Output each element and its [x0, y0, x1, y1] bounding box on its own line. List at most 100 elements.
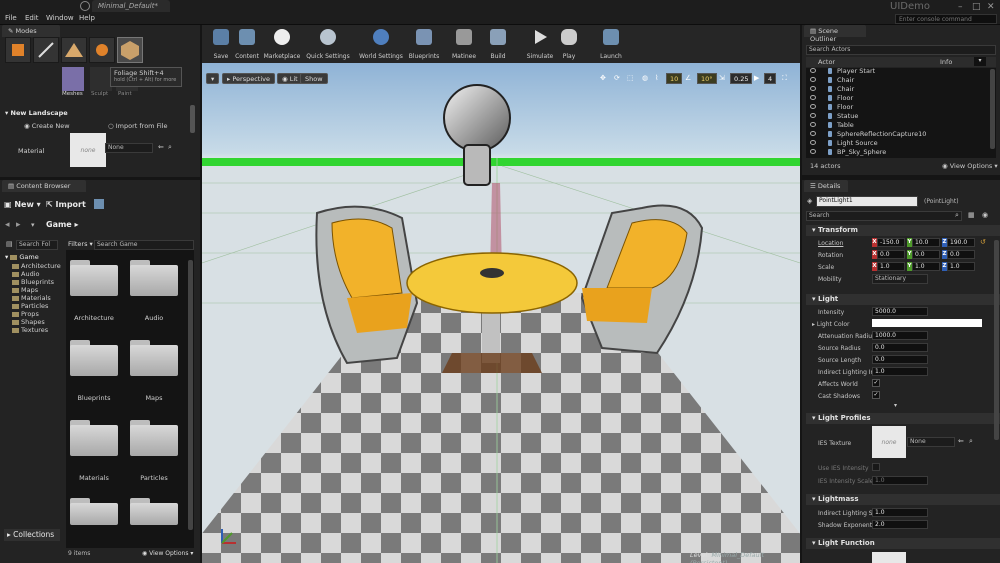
play-button[interactable]: Play — [552, 27, 586, 61]
modes-scrollbar[interactable] — [190, 105, 195, 133]
forward-arrow-icon[interactable]: ▸ — [16, 220, 21, 230]
light-section-header[interactable]: ▾ Light — [806, 294, 1000, 305]
tree-item[interactable]: Blueprints — [12, 278, 54, 286]
filters-dropdown[interactable]: Filters ▾ — [68, 240, 93, 248]
camera-speed-value[interactable]: 4 — [764, 73, 777, 84]
breadcrumb-path-icon[interactable]: ▾ — [31, 221, 35, 229]
list-item[interactable]: Floor — [806, 103, 996, 112]
menu-edit[interactable]: Edit — [25, 14, 39, 22]
minimize-icon[interactable]: – — [958, 2, 963, 12]
menu-window[interactable]: Window — [46, 14, 74, 22]
maximize-viewport-icon[interactable]: ⛶ — [782, 74, 787, 83]
scene-outliner-tab[interactable]: ▤ Scene Outliner — [804, 25, 866, 43]
tree-item[interactable]: Textures — [12, 326, 48, 334]
folder-particles-icon[interactable] — [130, 420, 178, 456]
viewport-options-dropdown[interactable]: ▾ — [206, 73, 220, 84]
collections-toggle[interactable]: ▸ Collections — [4, 529, 60, 541]
light-profiles-section-header[interactable]: ▾ Light Profiles — [806, 413, 1000, 424]
material-combo[interactable]: None — [105, 143, 153, 153]
tree-item[interactable]: Materials — [12, 294, 51, 302]
indirect-lighting-field[interactable]: 1.0 — [872, 367, 928, 376]
affects-world-checkbox[interactable]: ✓ — [872, 379, 880, 387]
eye-icon[interactable] — [810, 77, 816, 82]
visibility-eye-icon[interactable]: ◉ — [982, 211, 988, 219]
camera-speed-icon[interactable]: ▶ — [754, 74, 759, 82]
outliner-view-options[interactable]: ◉ View Options ▾ — [942, 162, 998, 170]
light-function-thumbnail[interactable] — [872, 552, 906, 563]
list-item[interactable]: Chair — [806, 76, 996, 85]
search-actors-input[interactable]: Search Actors — [806, 45, 996, 55]
surface-snap-icon[interactable]: ⌇ — [655, 74, 658, 82]
attenuation-field[interactable]: 1000.0 — [872, 331, 928, 340]
rotation-label[interactable]: Rotation — [818, 252, 843, 259]
scale-y-field[interactable]: 1.0 — [912, 262, 940, 271]
asset-scrollbar[interactable] — [188, 260, 193, 530]
import-button[interactable]: ⇱ Import — [46, 200, 86, 209]
geometry-mode-button[interactable] — [117, 37, 143, 63]
tree-item[interactable]: Architecture — [12, 262, 61, 270]
property-matrix-icon[interactable]: ▦ — [968, 211, 975, 219]
scale-label[interactable]: Scale — [818, 264, 834, 271]
close-icon[interactable]: ✕ — [987, 2, 995, 12]
new-button[interactable]: ▣ New ▾ — [4, 200, 41, 209]
search-game-input[interactable]: Search Game — [94, 240, 194, 250]
tree-item[interactable]: Props — [12, 310, 39, 318]
matinee-button[interactable]: Matinee — [447, 27, 481, 61]
scale-z-field[interactable]: 1.0 — [947, 262, 975, 271]
new-landscape-section[interactable]: ▾ New Landscape — [5, 109, 68, 117]
details-scrollbar[interactable] — [994, 240, 999, 440]
list-item[interactable]: Table — [806, 121, 996, 130]
scale-snap-icon[interactable]: ⇲ — [719, 74, 725, 82]
eye-icon[interactable] — [810, 131, 816, 136]
location-x-field[interactable]: -150.0 — [877, 238, 905, 247]
import-from-file-radio[interactable]: ○ Import from File — [108, 122, 167, 130]
rotation-snap-icon[interactable]: ∠ — [685, 74, 691, 82]
save-all-icon[interactable] — [94, 199, 104, 209]
eye-icon[interactable] — [810, 68, 816, 73]
build-button[interactable]: Build — [481, 27, 515, 61]
translate-icon[interactable]: ✥ — [600, 74, 606, 82]
info-column-header[interactable]: Info — [940, 58, 952, 66]
world-settings-button[interactable]: World Settings — [359, 27, 403, 61]
scale-snap-value[interactable]: 0.25 — [730, 73, 753, 84]
list-item[interactable]: Floor — [806, 94, 996, 103]
modes-tab[interactable]: ✎ Modes — [2, 25, 60, 37]
folder-partial-icon[interactable] — [130, 498, 178, 534]
tree-item[interactable]: Particles — [12, 302, 48, 310]
light-function-section-header[interactable]: ▾ Light Function — [806, 538, 1000, 549]
list-item[interactable]: Statue — [806, 112, 996, 121]
list-item[interactable]: Player Start — [806, 67, 996, 76]
details-search-input[interactable]: Search — [806, 211, 962, 221]
mobility-dropdown[interactable]: Stationary — [872, 274, 928, 284]
source-radius-field[interactable]: 0.0 — [872, 343, 928, 352]
menu-file[interactable]: File — [5, 14, 17, 22]
cast-shadows-checkbox[interactable]: ✓ — [872, 391, 880, 399]
landscape-mode-button[interactable] — [61, 37, 87, 63]
meshes-tool-button[interactable] — [62, 67, 84, 91]
indirect-lighting-scale-field[interactable]: 1.0 — [872, 508, 928, 517]
list-item[interactable]: SphereReflectionCapture10 — [806, 130, 996, 139]
scale-x-field[interactable]: 1.0 — [877, 262, 905, 271]
menu-help[interactable]: Help — [79, 14, 95, 22]
blueprints-button[interactable]: Blueprints — [407, 27, 441, 61]
content-button[interactable]: Content — [230, 27, 264, 61]
info-column-dropdown[interactable]: ▾ — [974, 57, 986, 66]
browse-search-icon[interactable]: ⌕ — [969, 437, 973, 446]
light-color-swatch[interactable] — [872, 319, 982, 327]
ies-intensity-scale-field[interactable]: 1.0 — [872, 476, 928, 485]
sculpt-tool-button[interactable] — [90, 67, 112, 91]
rotation-y-field[interactable]: 0.0 — [912, 250, 940, 259]
tree-item[interactable]: Audio — [12, 270, 39, 278]
breadcrumb[interactable]: Game ▸ — [46, 220, 79, 229]
tree-item[interactable]: Shapes — [12, 318, 45, 326]
use-selected-arrow-icon[interactable]: ⇐ — [958, 437, 964, 445]
lightmass-section-header[interactable]: ▾ Lightmass — [806, 494, 1000, 505]
view-options-button[interactable]: ◉ View Options ▾ — [142, 550, 193, 557]
perspective-dropdown[interactable]: ▸ Perspective — [222, 73, 275, 84]
intensity-field[interactable]: 5000.0 — [872, 307, 928, 316]
list-item[interactable]: BP_Sky_Sphere — [806, 148, 996, 157]
ies-texture-combo[interactable]: None — [907, 437, 955, 447]
console-command-input[interactable]: Enter console command — [895, 14, 997, 24]
transform-section-header[interactable]: ▾ Transform — [806, 225, 1000, 236]
actor-name-input[interactable]: PointLight1 — [816, 196, 918, 207]
